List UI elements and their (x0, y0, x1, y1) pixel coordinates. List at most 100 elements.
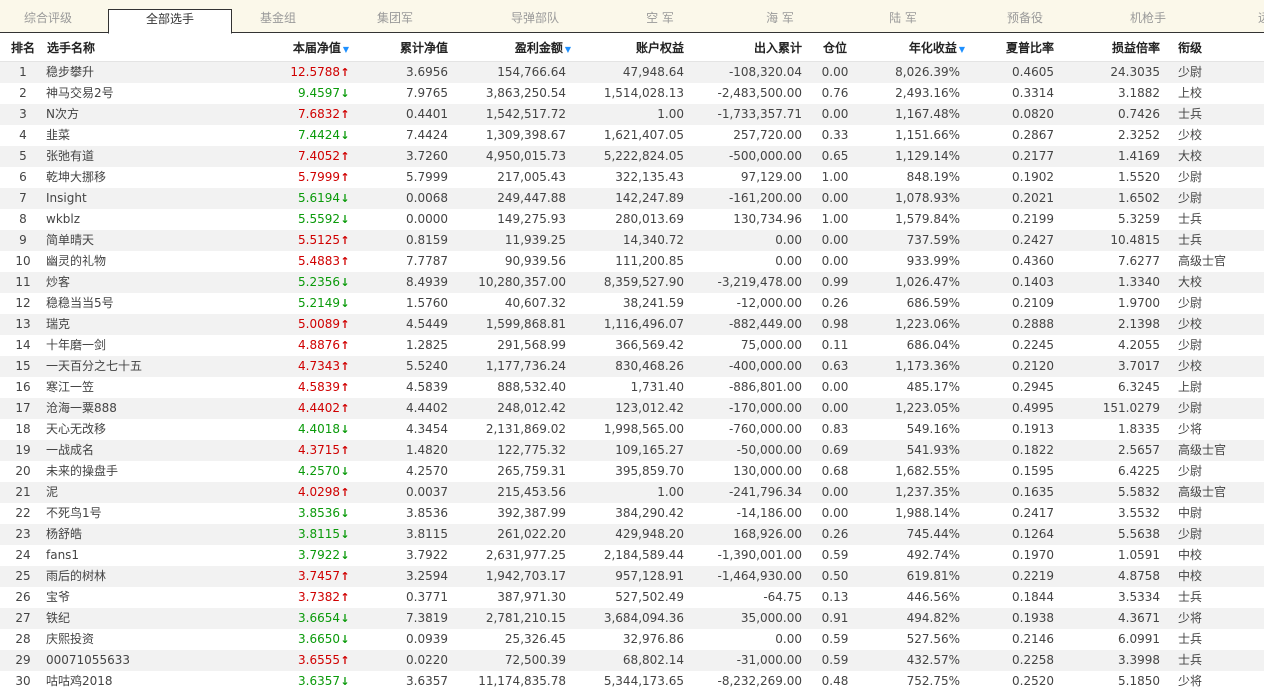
player-name-cell[interactable]: 00071055633 (46, 650, 246, 671)
col-header-name[interactable]: 选手名称 (46, 33, 246, 62)
sharpe-cell: 0.2146 (966, 629, 1070, 650)
table-row[interactable]: 25 雨后的树林 3.7457↑ 3.2594 1,942,703.17 957,128.… (0, 566, 1264, 587)
tab-5[interactable]: 空 军 (610, 0, 710, 32)
player-name-cell[interactable]: 一天百分之七十五 (46, 356, 246, 377)
tab-1[interactable]: 全部选手 (108, 9, 232, 34)
player-name-cell[interactable]: 稳步攀升 (46, 61, 246, 83)
tab-9[interactable]: 机枪手 (1098, 0, 1198, 32)
col-header-rank[interactable]: 排名 (0, 33, 46, 62)
sort-desc-icon[interactable]: ▼ (959, 45, 965, 54)
player-name-cell[interactable]: 泥 (46, 482, 246, 503)
player-name-cell[interactable]: 张弛有道 (46, 146, 246, 167)
table-row[interactable]: 8 wkblz 5.5592↓ 0.0000 149,275.93 280,013.69 1… (0, 209, 1264, 230)
player-name-cell[interactable]: 宝爷 (46, 587, 246, 608)
table-row[interactable]: 15 一天百分之七十五 4.7343↑ 5.5240 1,177,736.24 830,4… (0, 356, 1264, 377)
col-header-equity[interactable]: 账户权益 (572, 33, 690, 62)
table-row[interactable]: 18 天心无改移 4.4018↓ 4.3454 2,131,869.02 1,998,56… (0, 419, 1264, 440)
table-row[interactable]: 24 fans1 3.7922↓ 3.7922 2,631,977.25 2,184,58… (0, 545, 1264, 566)
table-row[interactable]: 7 Insight 5.6194↓ 0.0068 249,447.88 142,247.8… (0, 188, 1264, 209)
equity-cell: 429,948.20 (572, 524, 690, 545)
player-name-cell[interactable]: 沧海一粟888 (46, 398, 246, 419)
player-name-cell[interactable]: N次方 (46, 104, 246, 125)
tab-10[interactable]: 远程 (1220, 0, 1264, 32)
pl-ratio-cell: 5.3259 (1070, 209, 1170, 230)
player-name-cell[interactable]: 韭菜 (46, 125, 246, 146)
player-name-cell[interactable]: 炒客 (46, 272, 246, 293)
table-row[interactable]: 20 未来的操盘手 4.2570↓ 4.2570 265,759.31 395,859.7… (0, 461, 1264, 482)
sort-desc-icon[interactable]: ▼ (343, 45, 349, 54)
col-header-annual[interactable]: 年化收益 ▼ (862, 33, 966, 62)
player-name-cell[interactable]: 瑞克 (46, 314, 246, 335)
tab-8[interactable]: 预备役 (975, 0, 1075, 32)
player-name-cell[interactable]: 神马交易2号 (46, 83, 246, 104)
table-row[interactable]: 17 沧海一粟888 4.4402↑ 4.4402 248,012.42 123,012.… (0, 398, 1264, 419)
table-row[interactable]: 6 乾坤大挪移 5.7999↑ 5.7999 217,005.43 322,135.43 9… (0, 167, 1264, 188)
sharpe-cell: 0.2867 (966, 125, 1070, 146)
player-name-cell[interactable]: 雨后的树林 (46, 566, 246, 587)
tab-3[interactable]: 集团军 (345, 0, 445, 32)
player-name-cell[interactable]: 不死鸟1号 (46, 503, 246, 524)
table-row[interactable]: 4 韭菜 7.4424↓ 7.4424 1,309,398.67 1,621,407.05… (0, 125, 1264, 146)
player-name-cell[interactable]: 庆熙投资 (46, 629, 246, 650)
player-name-cell[interactable]: Insight (46, 188, 246, 209)
col-header-pl-ratio[interactable]: 损益倍率 (1070, 33, 1170, 62)
table-row[interactable]: 23 杨舒皓 3.8115↓ 3.8115 261,022.20 429,948.20 16… (0, 524, 1264, 545)
col-header-nav[interactable]: 本届净值 ▼ (246, 33, 350, 62)
player-name-cell[interactable]: 寒江一笠 (46, 377, 246, 398)
sharpe-cell: 0.2109 (966, 293, 1070, 314)
col-header-cum-nav[interactable]: 累计净值 (350, 33, 454, 62)
table-row[interactable]: 27 铁纪 3.6654↓ 7.3819 2,781,210.15 3,684,094.3… (0, 608, 1264, 629)
tab-2[interactable]: 基金组 (228, 0, 328, 32)
table-row[interactable]: 19 一战成名 4.3715↑ 1.4820 122,775.32 109,165.27-… (0, 440, 1264, 461)
annual-cell: 619.81% (862, 566, 966, 587)
table-row[interactable]: 10 幽灵的礼物 5.4883↑ 7.7787 90,939.56 111,200.85 0… (0, 251, 1264, 272)
table-row[interactable]: 13 瑞克 5.0089↑ 4.5449 1,599,868.81 1,116,496.0… (0, 314, 1264, 335)
rank-title-cell: 少将 (1170, 419, 1264, 440)
table-row[interactable]: 12 稳稳当当5号 5.2149↓ 1.5760 40,607.32 38,241.59-… (0, 293, 1264, 314)
player-name-cell[interactable]: 幽灵的礼物 (46, 251, 246, 272)
player-name-cell[interactable]: 铁纪 (46, 608, 246, 629)
tab-6[interactable]: 海 军 (730, 0, 830, 32)
table-row[interactable]: 14 十年磨一剑 4.8876↑ 1.2825 291,568.99 366,569.42… (0, 335, 1264, 356)
tab-4[interactable]: 导弹部队 (485, 0, 585, 32)
player-name-cell[interactable]: 咕咕鸡2018 (46, 671, 246, 692)
table-row[interactable]: 21 泥 4.0298↑ 0.0037 215,453.56 1.00 -241,796.3… (0, 482, 1264, 503)
table-row[interactable]: 1 稳步攀升 12.5788↑ 3.6956 154,766.64 47,948.64 -1… (0, 61, 1264, 83)
rank-cell: 23 (0, 524, 46, 545)
player-name-cell[interactable]: 乾坤大挪移 (46, 167, 246, 188)
player-name-cell[interactable]: wkblz (46, 209, 246, 230)
rank-cell: 29 (0, 650, 46, 671)
table-row[interactable]: 26 宝爷 3.7382↑ 0.3771 387,971.30 527,502.49 -64… (0, 587, 1264, 608)
table-row[interactable]: 30 咕咕鸡2018 3.6357↓ 3.6357 11,174,835.78 5,344… (0, 671, 1264, 692)
table-row[interactable]: 22 不死鸟1号 3.8536↓ 3.8536 392,387.99 384,290.42… (0, 503, 1264, 524)
equity-cell: 280,013.69 (572, 209, 690, 230)
player-name-cell[interactable]: 杨舒皓 (46, 524, 246, 545)
player-name-cell[interactable]: fans1 (46, 545, 246, 566)
table-row[interactable]: 5 张弛有道 7.4052↑ 3.7260 4,950,015.73 5,222,824.… (0, 146, 1264, 167)
player-name-cell[interactable]: 十年磨一剑 (46, 335, 246, 356)
player-name-cell[interactable]: 未来的操盘手 (46, 461, 246, 482)
col-header-profit[interactable]: 盈利金额 ▼ (454, 33, 572, 62)
position-cell: 0.59 (808, 545, 862, 566)
player-name-cell[interactable]: 稳稳当当5号 (46, 293, 246, 314)
player-name-cell[interactable]: 天心无改移 (46, 419, 246, 440)
annual-cell: 494.82% (862, 608, 966, 629)
table-row[interactable]: 29 00071055633 3.6555↑ 0.0220 72,500.39 68,80… (0, 650, 1264, 671)
col-header-rank-title[interactable]: 衔级 (1170, 33, 1264, 62)
table-row[interactable]: 16 寒江一笠 4.5839↑ 4.5839 888,532.40 1,731.40 -88… (0, 377, 1264, 398)
col-header-inout[interactable]: 出入累计 (690, 33, 808, 62)
table-row[interactable]: 28 庆熙投资 3.6650↓ 0.0939 25,326.45 32,976.86 0.0… (0, 629, 1264, 650)
tab-0[interactable]: 综合评级 (0, 0, 98, 32)
table-row[interactable]: 3 N次方 7.6832↑ 0.4401 1,542,517.72 1.00 -1,733,… (0, 104, 1264, 125)
tab-7[interactable]: 陆 军 (853, 0, 953, 32)
table-row[interactable]: 2 神马交易2号 9.4597↓ 7.9765 3,863,250.54 1,514,02… (0, 83, 1264, 104)
sort-desc-icon[interactable]: ▼ (565, 45, 571, 54)
player-name-cell[interactable]: 简单晴天 (46, 230, 246, 251)
nav-cell: 5.5592↓ (246, 209, 350, 230)
nav-cell: 5.0089↑ (246, 314, 350, 335)
col-header-position[interactable]: 仓位 (808, 33, 862, 62)
col-header-sharpe[interactable]: 夏普比率 (966, 33, 1070, 62)
player-name-cell[interactable]: 一战成名 (46, 440, 246, 461)
table-row[interactable]: 11 炒客 5.2356↓ 8.4939 10,280,357.00 8,359,527.… (0, 272, 1264, 293)
table-row[interactable]: 9 简单晴天 5.5125↑ 0.8159 11,939.25 14,340.72 0.00… (0, 230, 1264, 251)
